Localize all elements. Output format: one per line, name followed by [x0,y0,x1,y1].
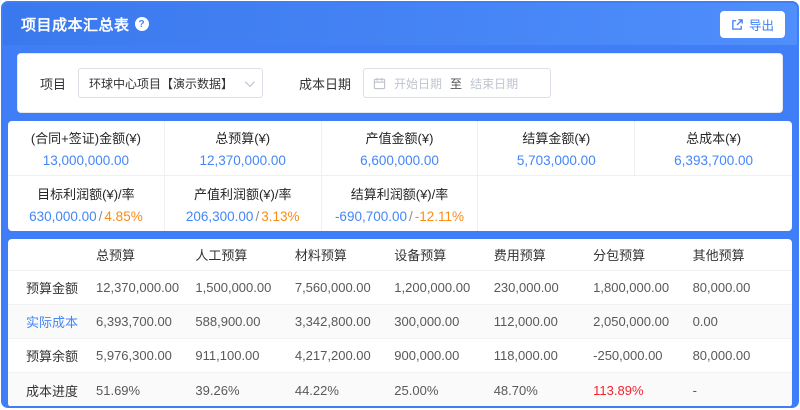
row-label[interactable]: 实际成本 [8,312,96,331]
table-cell: 5,976,300.00 [96,348,195,363]
profit-rate: -12.11% [415,209,464,224]
cost-breakdown-table: 总预算人工预算材料预算设备预算费用预算分包预算其他预算 预算金额12,370,0… [8,239,792,407]
table-header-row: 总预算人工预算材料预算设备预算费用预算分包预算其他预算 [8,239,792,271]
table-cell: 0.00 [693,314,792,329]
profit-amount: -690,700.00 [335,209,407,224]
table-column-header: 总预算 [96,245,195,264]
summary-stat-value: 5,703,000.00 [517,153,596,168]
project-cost-summary-panel: 项目成本汇总表 ? 导出 项目 环球中心项目【演示数据】 成本日期 开始日期 [1,1,799,408]
summary-stat-value: 12,370,000.00 [200,153,286,168]
table-cell: 6,393,700.00 [96,314,195,329]
table-cell: 4,217,200.00 [295,348,394,363]
table-cell: 3,342,800.00 [295,314,394,329]
table-row: 预算余额5,976,300.00911,100.004,217,200.0090… [8,339,792,373]
table-cell: 25.00% [394,383,493,398]
table-cell: 118,000.00 [494,348,593,363]
table-row: 实际成本6,393,700.00588,900.003,342,800.0030… [8,305,792,339]
summary-row-amounts: (合同+签证)金额(¥) 13,000,000.00 总预算(¥) 12,370,00… [8,121,792,176]
table-cell: 1,500,000.00 [195,280,294,295]
page-title: 项目成本汇总表 [21,14,130,35]
summary-profit-stat: 结算利润额(¥)/率 -690,700.00/-12.11% [322,176,479,231]
table-row: 预算金额12,370,000.001,500,000.007,560,000.0… [8,271,792,305]
end-date-placeholder: 结束日期 [470,75,518,92]
row-label: 预算金额 [8,278,96,297]
date-range-separator: 至 [450,75,462,92]
table-cell: 39.26% [195,383,294,398]
calendar-icon [373,77,386,90]
table-column-header: 设备预算 [394,245,493,264]
profit-amount: 206,300.00 [186,209,254,224]
summary-stat-label: 结算利润额(¥)/率 [351,184,449,203]
table-cell: 112,000.00 [494,314,593,329]
table-cell: 80,000.00 [693,280,792,295]
cost-date-filter-label: 成本日期 [299,74,351,93]
project-select[interactable]: 环球中心项目【演示数据】 [78,68,263,98]
summary-stat: 总成本(¥) 6,393,700.00 [635,121,792,176]
amount-rate-separator: / [407,209,415,224]
row-label: 预算余额 [8,346,96,365]
profit-rate: 3.13% [261,209,299,224]
summary-empty-cell [478,176,792,231]
chevron-down-icon [245,77,255,87]
summary-stat-label: 产值金额(¥) [366,128,434,147]
summary-profit-stat: 产值利润额(¥)/率 206,300.00/3.13% [165,176,322,231]
summary-profit-stat: 目标利润额(¥)/率 630,000.00/4.85% [8,176,165,231]
export-button-label: 导出 [749,15,774,34]
summary-stat-label: 总成本(¥) [686,128,741,147]
summary-stat: (合同+签证)金额(¥) 13,000,000.00 [8,121,165,176]
table-cell: -250,000.00 [593,348,692,363]
table-cell: 1,200,000.00 [394,280,493,295]
table-cell: 51.69% [96,383,195,398]
summary-stat: 总预算(¥) 12,370,000.00 [165,121,322,176]
summary-stat-label: 产值利润额(¥)/率 [194,184,292,203]
table-cell: 7,560,000.00 [295,280,394,295]
export-button[interactable]: 导出 [720,11,785,38]
summary-stat-label: (合同+签证)金额(¥) [31,128,141,147]
summary-stat: 结算金额(¥) 5,703,000.00 [478,121,635,176]
summary-stat-value: 13,000,000.00 [43,153,129,168]
help-icon[interactable]: ? [135,17,149,31]
table-cell: 1,800,000.00 [593,280,692,295]
table-column-header: 费用预算 [494,245,593,264]
summary-stat-value: 6,393,700.00 [674,153,753,168]
summary-row-profits: 目标利润额(¥)/率630,000.00/4.85%产值利润额(¥)/率206,… [8,176,792,231]
row-label: 成本进度 [8,381,96,400]
project-select-value: 环球中心项目【演示数据】 [89,75,233,92]
summary-stat-value: 630,000.00/4.85% [29,209,143,224]
table-column-header: 分包预算 [593,245,692,264]
export-icon [731,18,744,31]
table-cell: 113.89% [593,383,692,398]
table-cell: 48.70% [494,383,593,398]
profit-rate: 4.85% [104,209,142,224]
table-cell: 230,000.00 [494,280,593,295]
project-filter-label: 项目 [40,74,66,93]
header-bar: 项目成本汇总表 ? 导出 [3,3,797,45]
table-row: 成本进度51.69%39.26%44.22%25.00%48.70%113.89… [8,373,792,407]
filter-bar: 项目 环球中心项目【演示数据】 成本日期 开始日期 至 结束日期 [17,53,783,113]
table-cell: 911,100.00 [195,348,294,363]
summary-stat-value: 6,600,000.00 [360,153,439,168]
table-cell: 588,900.00 [195,314,294,329]
table-column-header: 人工预算 [195,245,294,264]
summary-stat: 产值金额(¥) 6,600,000.00 [322,121,479,176]
table-column-header: 其他预算 [693,245,792,264]
summary-stat-label: 总预算(¥) [215,128,270,147]
table-cell: 900,000.00 [394,348,493,363]
table-cell: - [693,383,792,398]
summary-stat-label: 结算金额(¥) [522,128,590,147]
summary-stat-value: -690,700.00/-12.11% [335,209,464,224]
table-cell: 80,000.00 [693,348,792,363]
summary-stat-value: 206,300.00/3.13% [186,209,300,224]
table-cell: 300,000.00 [394,314,493,329]
summary-stat-label: 目标利润额(¥)/率 [37,184,135,203]
summary-stats-card: (合同+签证)金额(¥) 13,000,000.00 总预算(¥) 12,370,00… [8,121,792,231]
start-date-placeholder: 开始日期 [394,75,442,92]
profit-amount: 630,000.00 [29,209,97,224]
table-cell: 12,370,000.00 [96,280,195,295]
table-column-header: 材料预算 [295,245,394,264]
table-cell: 2,050,000.00 [593,314,692,329]
table-cell: 44.22% [295,383,394,398]
date-range-input[interactable]: 开始日期 至 结束日期 [363,68,551,98]
